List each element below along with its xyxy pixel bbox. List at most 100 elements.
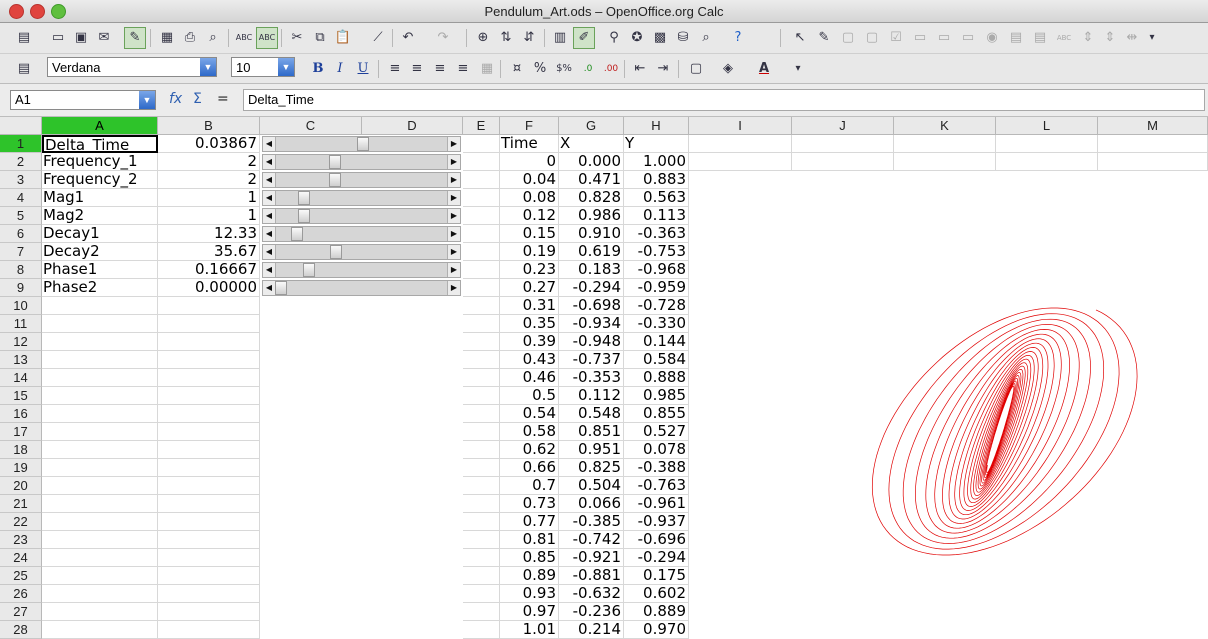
align-right-icon[interactable]: ≡ <box>430 59 450 79</box>
cell[interactable] <box>42 405 158 423</box>
cell[interactable] <box>42 459 158 477</box>
zoom-icon[interactable]: ⌕ <box>696 28 716 48</box>
table-cell[interactable]: 0.7 <box>500 477 559 495</box>
cell[interactable] <box>42 387 158 405</box>
cell[interactable] <box>158 387 260 405</box>
print-icon[interactable]: ⎙ <box>180 28 200 48</box>
cell[interactable] <box>42 477 158 495</box>
table-cell[interactable]: 0.04 <box>500 171 559 189</box>
cell[interactable] <box>42 585 158 603</box>
design-mode-icon[interactable]: ✎ <box>814 28 834 48</box>
delete-decimal-icon[interactable]: .00 <box>601 59 621 79</box>
table-cell[interactable]: 0.602 <box>624 585 689 603</box>
hyperlink-icon[interactable]: ⊕ <box>473 28 493 48</box>
add-decimal-icon[interactable]: .0 <box>578 59 598 79</box>
cell[interactable] <box>996 135 1098 153</box>
parameter-value[interactable]: 2 <box>158 171 260 189</box>
new-document-icon[interactable]: ▤ <box>14 28 34 48</box>
slider-thumb[interactable] <box>303 263 315 277</box>
spin-button-control-icon[interactable]: ⇕ <box>1100 28 1120 48</box>
spellcheck-icon[interactable]: ABC <box>234 28 254 48</box>
percent-format-icon[interactable]: % <box>530 59 550 79</box>
cell[interactable] <box>463 441 500 459</box>
slider-thumb[interactable] <box>330 245 342 259</box>
table-cell[interactable]: -0.696 <box>624 531 689 549</box>
parameter-value[interactable]: 2 <box>158 153 260 171</box>
italic-icon[interactable]: I <box>330 59 350 79</box>
cell[interactable] <box>158 315 260 333</box>
sort-ascending-icon[interactable]: ⇅ <box>496 28 516 48</box>
increase-indent-icon[interactable]: ⇥ <box>653 59 673 79</box>
parameter-value[interactable]: 12.33 <box>158 225 260 243</box>
table-cell[interactable]: 0.66 <box>500 459 559 477</box>
row-header-23[interactable]: 23 <box>0 531 42 549</box>
row-header-1[interactable]: 1 <box>0 135 42 153</box>
table-cell[interactable]: 0.183 <box>559 261 624 279</box>
parameter-slider[interactable]: ◀ ▶ <box>262 190 461 206</box>
column-header-b[interactable]: B <box>158 117 260 135</box>
table-cell[interactable]: 0.000 <box>559 153 624 171</box>
parameter-slider[interactable]: ◀ ▶ <box>262 226 461 242</box>
table-cell[interactable]: -0.632 <box>559 585 624 603</box>
cell[interactable] <box>158 459 260 477</box>
table-cell[interactable]: 0.62 <box>500 441 559 459</box>
row-header-3[interactable]: 3 <box>0 171 42 189</box>
column-header-l[interactable]: L <box>996 117 1098 135</box>
row-header-25[interactable]: 25 <box>0 567 42 585</box>
cell[interactable] <box>463 225 500 243</box>
table-cell[interactable]: 1.000 <box>624 153 689 171</box>
toolbar-overflow-icon[interactable]: ▾ <box>788 59 808 79</box>
table-cell[interactable]: -0.737 <box>559 351 624 369</box>
row-header-16[interactable]: 16 <box>0 405 42 423</box>
email-icon[interactable]: ✉ <box>94 28 114 48</box>
slider-right-arrow-icon[interactable]: ▶ <box>447 173 460 187</box>
table-cell[interactable]: -0.236 <box>559 603 624 621</box>
row-header-21[interactable]: 21 <box>0 495 42 513</box>
sort-descending-icon[interactable]: ⇵ <box>519 28 539 48</box>
row-header-5[interactable]: 5 <box>0 207 42 225</box>
checkbox-control-icon[interactable]: ☑ <box>886 28 906 48</box>
table-cell[interactable]: -0.330 <box>624 315 689 333</box>
cell[interactable] <box>158 351 260 369</box>
slider-thumb[interactable] <box>357 137 369 151</box>
table-cell[interactable]: 0.27 <box>500 279 559 297</box>
parameter-value[interactable]: 0.03867 <box>158 135 260 153</box>
underline-icon[interactable]: U <box>353 59 373 79</box>
push-button-control-icon[interactable]: ▭ <box>958 28 978 48</box>
borders-icon[interactable]: ▢ <box>686 59 706 79</box>
table-cell[interactable]: 0.46 <box>500 369 559 387</box>
slider-thumb[interactable] <box>298 209 310 223</box>
toolbar-overflow-icon[interactable]: ▾ <box>1142 28 1162 48</box>
chart-icon[interactable]: ▥ <box>550 28 570 48</box>
table-cell[interactable]: 0.97 <box>500 603 559 621</box>
cell[interactable] <box>42 531 158 549</box>
table-cell[interactable]: -0.294 <box>624 549 689 567</box>
cell[interactable] <box>463 495 500 513</box>
row-header-18[interactable]: 18 <box>0 441 42 459</box>
formula-input[interactable]: Delta_Time <box>243 89 1205 111</box>
navigator-icon[interactable]: ✪ <box>627 28 647 48</box>
scrollbar-control-icon[interactable]: ⇹ <box>1122 28 1142 48</box>
cell[interactable] <box>158 495 260 513</box>
cut-icon[interactable]: ✂ <box>287 28 307 48</box>
sum-icon[interactable]: Σ <box>193 91 202 107</box>
table-cell[interactable]: 0.93 <box>500 585 559 603</box>
table-cell[interactable]: 0.828 <box>559 189 624 207</box>
column-header-j[interactable]: J <box>792 117 894 135</box>
row-header-27[interactable]: 27 <box>0 603 42 621</box>
table-cell[interactable]: -0.937 <box>624 513 689 531</box>
form-properties-icon[interactable]: ▢ <box>862 28 882 48</box>
cell[interactable] <box>463 459 500 477</box>
row-header-22[interactable]: 22 <box>0 513 42 531</box>
row-header-12[interactable]: 12 <box>0 333 42 351</box>
draw-functions-icon[interactable]: ✐ <box>573 27 595 49</box>
cell[interactable] <box>792 153 894 171</box>
row-header-15[interactable]: 15 <box>0 387 42 405</box>
slider-right-arrow-icon[interactable]: ▶ <box>447 191 460 205</box>
table-cell[interactable]: 0.985 <box>624 387 689 405</box>
slider-left-arrow-icon[interactable]: ◀ <box>263 137 276 151</box>
cell[interactable] <box>463 279 500 297</box>
row-header-14[interactable]: 14 <box>0 369 42 387</box>
slider-right-arrow-icon[interactable]: ▶ <box>447 137 460 151</box>
parameter-value[interactable]: 35.67 <box>158 243 260 261</box>
